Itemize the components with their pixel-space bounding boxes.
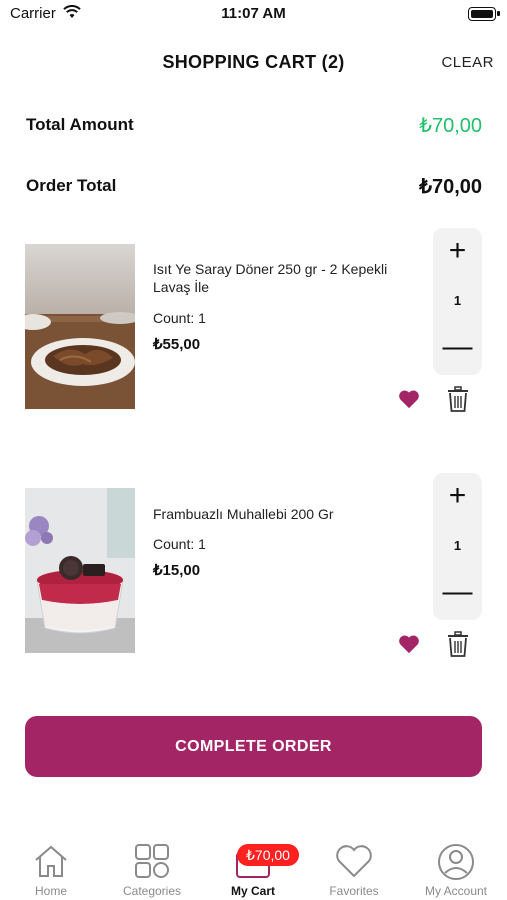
item-count: Count: 1 [153, 536, 206, 552]
tab-label: Favorites [329, 884, 379, 898]
tab-label: My Cart [230, 884, 275, 898]
total-amount-value: ₺70,00 [419, 115, 482, 137]
item-name: Isıt Ye Saray Döner 250 gr - 2 Kepekli L… [153, 261, 388, 295]
product-image-doner[interactable] [25, 244, 135, 409]
status-bar: Carrier 11:07 AM [0, 0, 507, 30]
cart-item: Frambuazlı Muhallebi 200 Gr Count: 1 ₺15… [0, 473, 507, 673]
tab-favorites[interactable]: Favorites [309, 843, 399, 898]
tab-home[interactable]: Home [6, 843, 96, 898]
item-name: Frambuazlı Muhallebi 200 Gr [153, 506, 334, 522]
account-icon [437, 844, 475, 885]
tab-categories[interactable]: Categories [107, 843, 197, 898]
increment-button[interactable]: + [433, 481, 482, 511]
cart-total-badge: ₺70,00 [237, 844, 299, 866]
tab-label: My Account [424, 884, 488, 898]
tab-label: Categories [122, 884, 182, 898]
categories-icon [134, 844, 170, 883]
clock: 11:07 AM [221, 5, 286, 22]
delete-trash-icon[interactable] [446, 386, 470, 412]
favorite-heart-icon[interactable] [398, 634, 420, 654]
order-total-label: Order Total [26, 176, 117, 195]
cart-item: Isıt Ye Saray Döner 250 gr - 2 Kepekli L… [0, 228, 507, 428]
quantity-value: 1 [453, 538, 462, 553]
item-price: ₺15,00 [153, 562, 201, 579]
delete-trash-icon[interactable] [446, 631, 470, 657]
product-image-muhallebi[interactable] [25, 488, 135, 653]
item-count: Count: 1 [153, 310, 206, 326]
tab-my-account[interactable]: My Account [411, 843, 501, 898]
home-icon [33, 845, 69, 883]
heart-outline-icon [335, 845, 373, 883]
clear-button[interactable]: CLEAR [441, 54, 494, 71]
favorite-heart-icon[interactable] [398, 389, 420, 409]
increment-button[interactable]: + [433, 236, 482, 266]
item-price: ₺55,00 [153, 336, 201, 353]
quantity-stepper: + 1 — [433, 473, 482, 620]
battery-icon [468, 7, 500, 21]
decrement-button[interactable]: — [433, 577, 482, 607]
decrement-button[interactable]: — [433, 332, 482, 362]
quantity-value: 1 [453, 293, 462, 308]
cart-icon [235, 852, 271, 883]
page-title: SHOPPING CART (2) [162, 52, 345, 72]
order-total-value: ₺70,00 [419, 176, 482, 198]
quantity-stepper: + 1 — [433, 228, 482, 375]
total-amount-label: Total Amount [26, 115, 134, 134]
complete-order-button[interactable]: COMPLETE ORDER [25, 716, 482, 777]
tab-label: Home [34, 884, 67, 898]
